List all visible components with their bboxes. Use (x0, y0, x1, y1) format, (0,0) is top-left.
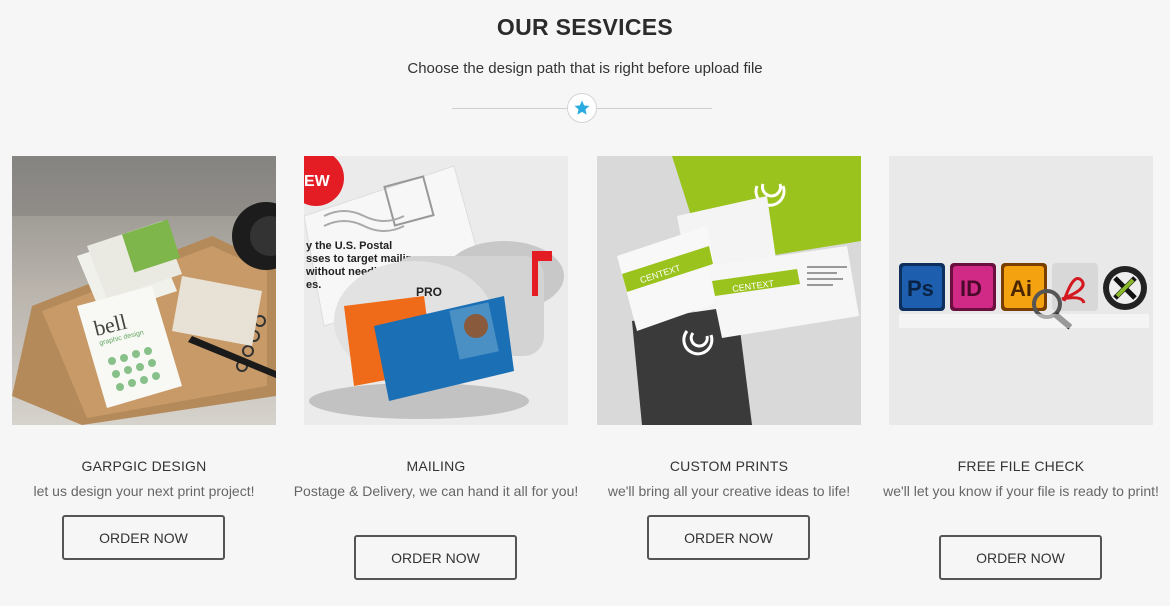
order-now-button-mailing[interactable]: ORDER NOW (354, 535, 517, 580)
new-badge-text: EW (304, 173, 331, 190)
custom-prints-image: CENTEXT CENTEXT (597, 156, 861, 425)
divider-right (597, 108, 712, 109)
service-description: Postage & Delivery, we can hand it all f… (293, 483, 579, 499)
service-card-mailing: y the U.S. Postal sses to target mailing… (294, 156, 578, 580)
service-card-custom-prints: CENTEXT CENTEXT CUSTOM PRINTS we'll brin… (597, 156, 861, 560)
section-title: OUR SESVICES (496, 14, 674, 40)
service-name: GARPGIC DESIGN (81, 458, 207, 474)
service-description: we'll let you know if your file is ready… (883, 483, 1159, 499)
file-check-image: Ps ID Ai (889, 156, 1153, 425)
graphic-design-image: bell graphic design (12, 156, 276, 425)
star-badge (567, 93, 597, 123)
service-name: FREE FILE CHECK (957, 458, 1085, 474)
photoshop-icon-label: Ps (907, 276, 934, 301)
section-subtitle: Choose the design path that is right bef… (407, 60, 763, 77)
order-now-button-free-file-check[interactable]: ORDER NOW (939, 535, 1102, 580)
illustrator-icon-label: Ai (1010, 276, 1032, 301)
mailing-image: y the U.S. Postal sses to target mailing… (304, 156, 568, 425)
indesign-icon-label: ID (960, 276, 982, 301)
service-description: let us design your next print project! (33, 483, 255, 499)
service-name: CUSTOM PRINTS (669, 458, 789, 474)
service-name: MAILING (406, 458, 466, 474)
star-icon (574, 100, 590, 115)
order-now-button-graphic-design[interactable]: ORDER NOW (62, 515, 225, 560)
service-card-free-file-check: Ps ID Ai FREE FILE CHECK we'll let you k… (883, 156, 1159, 580)
order-now-button-custom-prints[interactable]: ORDER NOW (647, 515, 810, 560)
service-card-graphic-design: bell graphic design GARPGIC DESIGN let u… (12, 156, 276, 560)
service-description: we'll bring all your creative ideas to l… (607, 483, 851, 499)
divider-left (452, 108, 567, 109)
